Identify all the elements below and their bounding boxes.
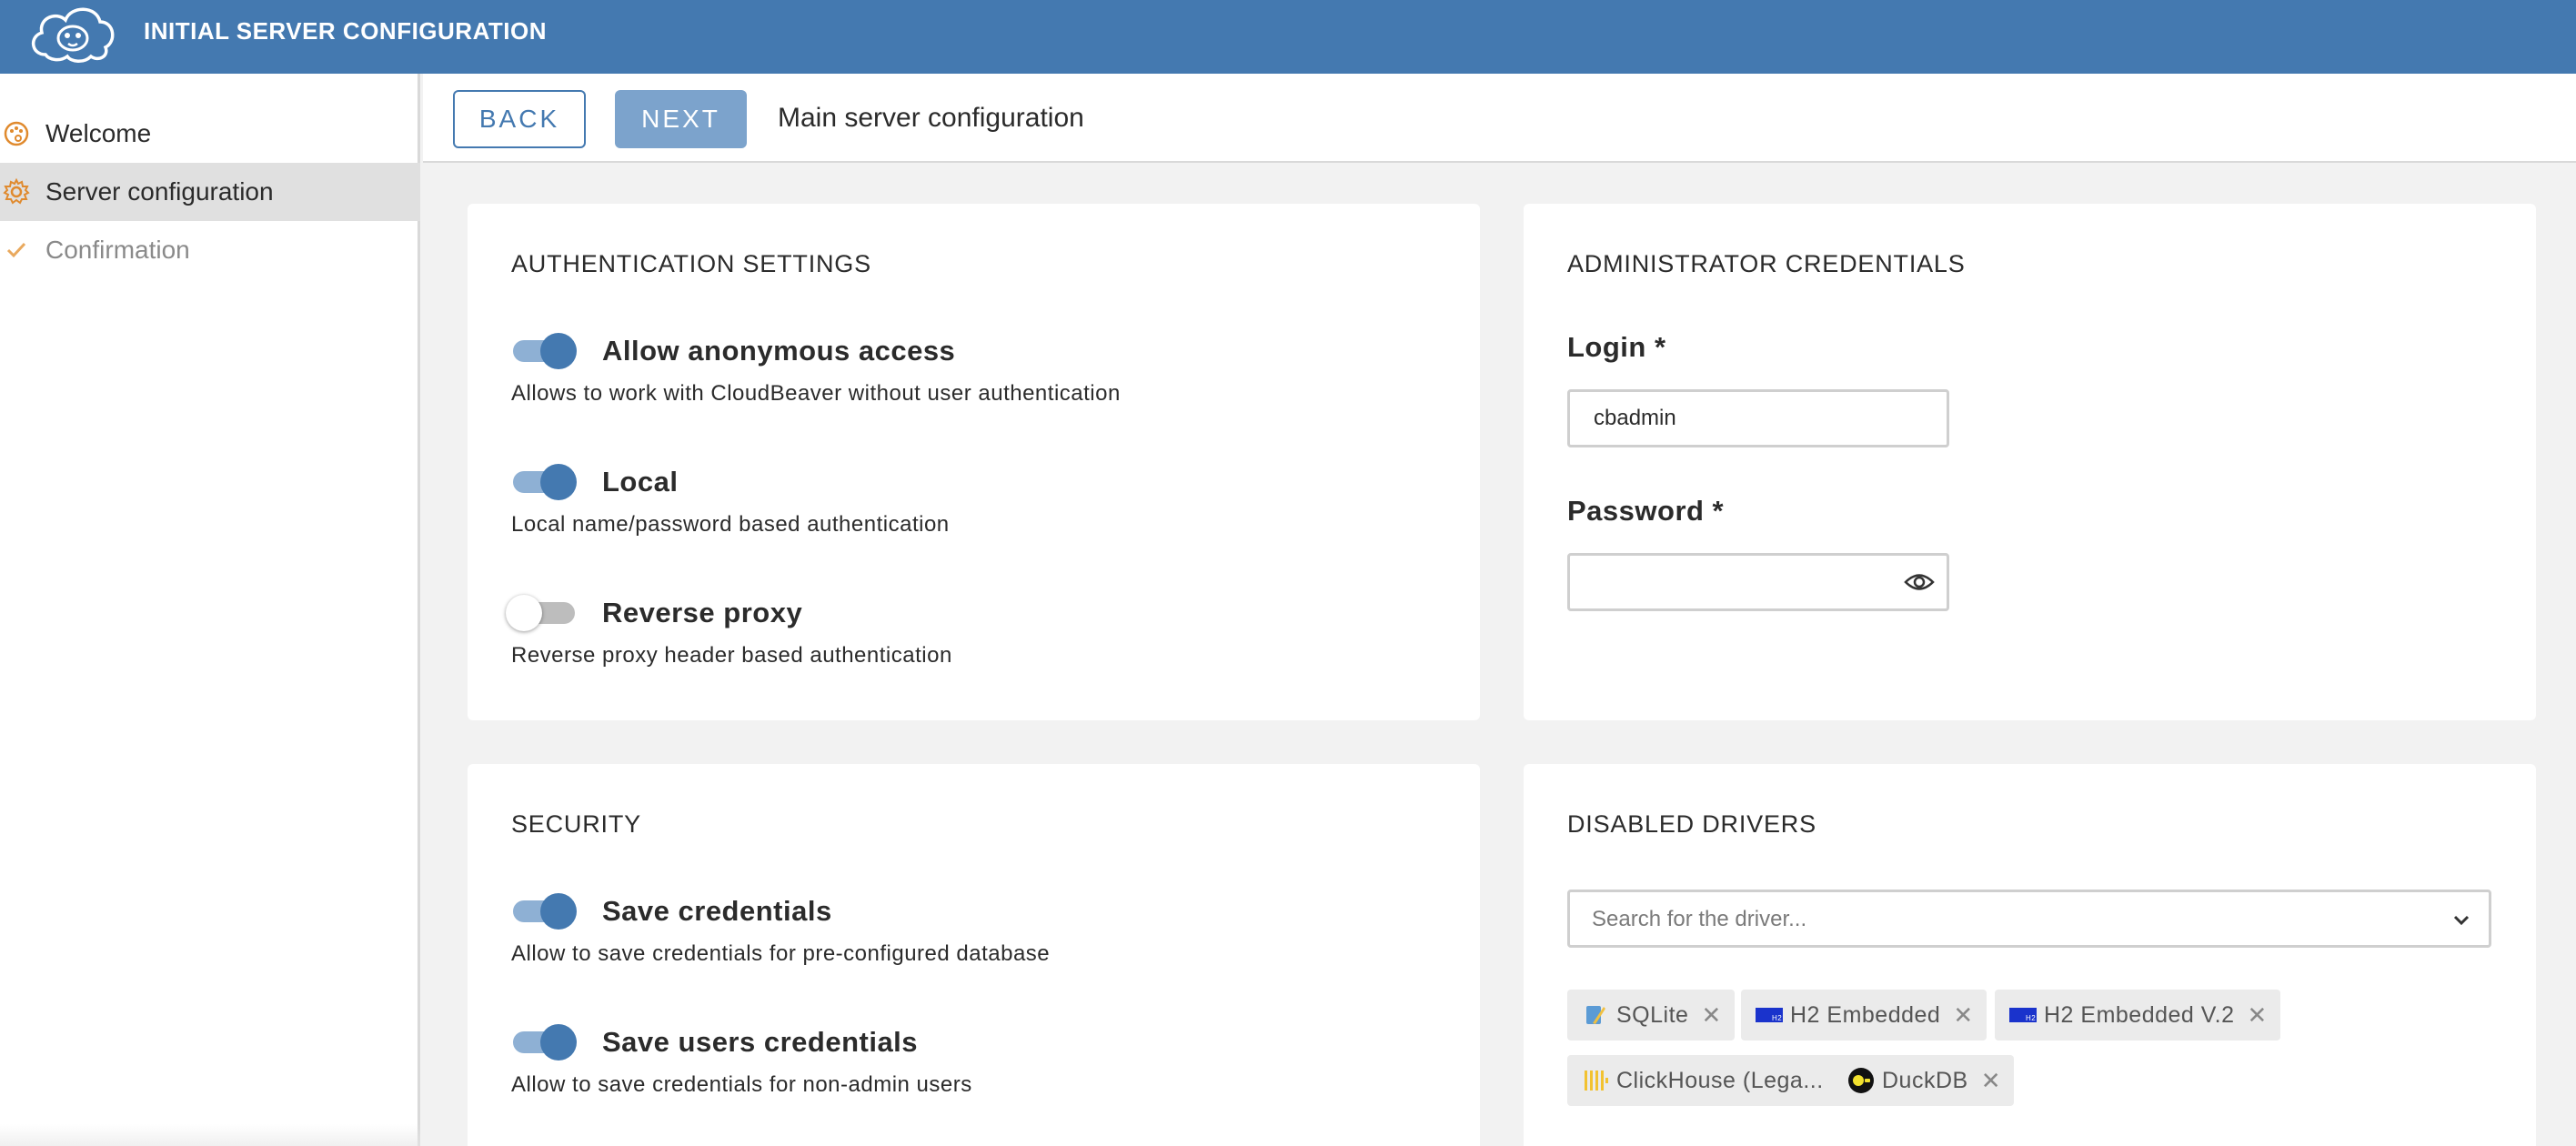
chip-label: H2 Embedded xyxy=(1790,1001,1941,1028)
remove-icon[interactable]: ✕ xyxy=(1981,1067,2001,1095)
svg-text:H2: H2 xyxy=(1772,1014,1782,1022)
toggle-description: Reverse proxy header based authenticatio… xyxy=(511,643,952,668)
sidebar-item-server-configuration[interactable]: Server configuration xyxy=(0,163,420,221)
save-credentials-toggle[interactable] xyxy=(511,891,577,930)
clickhouse-icon xyxy=(1582,1067,1609,1094)
chip-label: DuckDB xyxy=(1882,1067,1968,1093)
app-header: INITIAL SERVER CONFIGURATION xyxy=(0,0,2576,74)
authentication-settings-card: AUTHENTICATION SETTINGS Allow anonymous … xyxy=(468,204,1480,720)
wizard-toolbar: BACK NEXT Main server configuration xyxy=(423,74,2576,163)
card-title: AUTHENTICATION SETTINGS xyxy=(511,250,871,277)
cloudbeaver-logo-icon xyxy=(32,7,115,63)
password-label: Password * xyxy=(1567,495,1725,527)
local-auth-toggle[interactable] xyxy=(511,462,577,500)
driver-chip-h2-embedded: H2 H2 Embedded ✕ xyxy=(1741,990,1987,1040)
driver-search-input[interactable] xyxy=(1592,907,2410,932)
toggle-label: Save credentials xyxy=(602,895,832,927)
toggle-label: Local xyxy=(602,466,679,498)
chip-label: SQLite xyxy=(1616,1001,1689,1028)
security-card: SECURITY Save credentials Allow to save … xyxy=(468,764,1480,1146)
back-button[interactable]: BACK xyxy=(453,90,586,148)
sqlite-icon xyxy=(1582,1001,1609,1029)
password-field xyxy=(1567,553,1949,611)
toggle-label: Save users credentials xyxy=(602,1026,919,1058)
chip-label: H2 Embedded V.2 xyxy=(2044,1001,2235,1028)
h2-icon: H2 xyxy=(2009,1001,2037,1029)
toggle-description: Allows to work with CloudBeaver without … xyxy=(511,381,1121,406)
remove-icon[interactable]: ✕ xyxy=(1953,1001,1973,1030)
chip-label: ClickHouse (Lega... xyxy=(1616,1067,1824,1093)
anonymous-access-toggle[interactable] xyxy=(511,331,577,369)
toggle-label: Reverse proxy xyxy=(602,597,803,628)
driver-chip-sqlite: SQLite ✕ xyxy=(1567,990,1735,1040)
app-title: INITIAL SERVER CONFIGURATION xyxy=(144,17,548,45)
login-input[interactable] xyxy=(1567,389,1949,447)
card-title: DISABLED DRIVERS xyxy=(1567,810,1816,838)
toggle-description: Local name/password based authentication xyxy=(511,512,950,537)
duckdb-icon xyxy=(1847,1067,1875,1094)
sidebar-item-label: Confirmation xyxy=(45,236,190,264)
driver-search-field xyxy=(1567,890,2491,948)
card-title: ADMINISTRATOR CREDENTIALS xyxy=(1567,250,1966,277)
h2-icon: H2 xyxy=(1756,1001,1783,1029)
svg-text:H2: H2 xyxy=(2026,1014,2036,1022)
toggle-description: Allow to save credentials for pre-config… xyxy=(511,941,1051,966)
card-title: SECURITY xyxy=(511,810,641,838)
toggle-label: Allow anonymous access xyxy=(602,335,956,367)
page-title: Main server configuration xyxy=(778,103,1084,133)
sidebar-item-label: Server configuration xyxy=(45,177,274,206)
gear-icon xyxy=(2,177,31,206)
next-button[interactable]: NEXT xyxy=(615,90,747,148)
sidebar-item-welcome[interactable]: Welcome xyxy=(0,105,420,163)
chevron-down-icon[interactable] xyxy=(2450,909,2472,930)
administrator-credentials-card: ADMINISTRATOR CREDENTIALS Login * Passwo… xyxy=(1524,204,2536,720)
remove-icon[interactable]: ✕ xyxy=(1701,1001,1721,1030)
check-icon xyxy=(2,236,31,265)
reverse-proxy-toggle[interactable] xyxy=(506,593,577,631)
sidebar-nav: Welcome Server configuration Confirmatio… xyxy=(0,74,420,1146)
remove-icon[interactable]: ✕ xyxy=(2248,1001,2268,1030)
driver-chip-clickhouse: ClickHouse (Lega... ✕ xyxy=(1567,1055,1869,1106)
login-label: Login * xyxy=(1567,331,1666,363)
password-input[interactable] xyxy=(1567,553,1949,611)
sidebar-item-confirmation[interactable]: Confirmation xyxy=(0,221,420,279)
palette-icon xyxy=(2,119,31,148)
toggle-description: Allow to save credentials for non-admin … xyxy=(511,1072,972,1097)
save-users-credentials-toggle[interactable] xyxy=(511,1022,577,1061)
disabled-drivers-card: DISABLED DRIVERS SQLite ✕ H2 H2 Embedded… xyxy=(1524,764,2536,1146)
driver-chip-h2-embedded-v2: H2 H2 Embedded V.2 ✕ xyxy=(1995,990,2280,1040)
driver-chip-duckdb: DuckDB ✕ xyxy=(1833,1055,2014,1106)
eye-icon[interactable] xyxy=(1904,570,1935,594)
sidebar-item-label: Welcome xyxy=(45,119,152,147)
sidebar-fade xyxy=(0,1124,420,1146)
